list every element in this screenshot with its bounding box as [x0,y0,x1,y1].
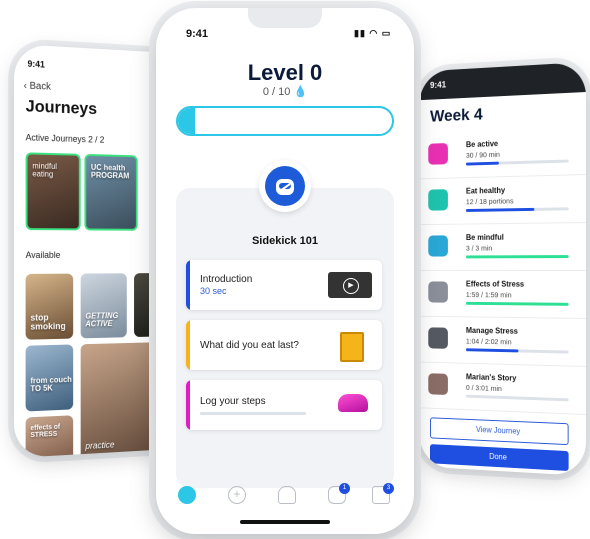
active-journeys-label: Active Journeys 2 / 2 [25,132,105,145]
task-what-did-you-eat[interactable]: What did you eat last? [186,320,382,370]
status-time: 9:41 [186,28,209,40]
journey-card-effects-of-stress[interactable]: effects of STRESS [25,415,74,458]
level-phone: 9:41 ▮▮ ◠ ▭ Level 0 0 / 10 💧 Sidekick 10… [156,8,414,534]
level-title: Level 0 [247,60,323,85]
page-title: Week 4 [430,104,483,126]
task-label: What did you eat last? [200,340,299,351]
week-item-progress-fill [465,348,519,353]
available-label: Available [25,250,61,260]
task-label: Log your steps [200,396,266,407]
sidekick-badge [259,160,311,212]
task-color-edge [186,380,190,430]
journey-card-getting-active[interactable]: GETTING ACTIVE [80,273,127,339]
week-item-name: Effects of Stress [465,279,525,289]
week-item-progress-fill [465,301,569,306]
nav-chat-icon[interactable]: 1 [328,483,350,504]
week-item[interactable]: Manage Stress 1:04 / 2:02 min [419,315,586,367]
week-item-progress-fill [465,161,500,166]
photos-badge: 3 [383,483,394,494]
task-progress-track [200,412,306,415]
journey-card-stop-smoking[interactable]: stop smoking [25,273,74,340]
robot-icon [265,166,305,206]
week-item-progress-text: 30 / 90 min [465,149,500,160]
nav-home-icon[interactable] [178,486,196,504]
task-duration: 30 sec [200,286,227,296]
week-item-icon [428,373,448,395]
signal-wifi-battery-icon: ▮▮ ◠ ▭ [354,28,392,38]
journal-book-icon [340,332,364,362]
week-item[interactable]: Be mindful 3 / 3 min [419,222,586,271]
week-item-progress-text: 3 / 3 min [465,243,493,253]
nav-photos-icon[interactable]: 3 [372,483,394,504]
home-indicator [240,520,330,524]
week-item-icon [428,189,448,211]
nav-profile-icon[interactable] [278,486,296,504]
week-item-name: Eat healthy [465,185,506,196]
status-time: 9:41 [430,79,447,91]
journey-card-practice[interactable]: practice [80,342,162,458]
week-item-progress-bar [465,394,569,402]
video-thumbnail[interactable]: ▶ [328,272,372,298]
week-item-progress-bar [465,159,569,166]
status-bar: 9:41 [419,62,586,101]
status-time: 9:41 [27,58,45,70]
week-item[interactable]: Eat healthy 12 / 18 portions [419,174,586,226]
week-item-name: Manage Stress [465,326,518,336]
chat-badge: 1 [339,483,350,494]
week-item-progress-text: 1:59 / 1:59 min [465,290,512,300]
task-label: Introduction [200,274,253,285]
week-item-progress-bar [465,301,569,306]
week-item-icon [428,327,448,349]
play-icon: ▶ [343,278,359,294]
sneaker-icon [338,394,368,412]
done-button[interactable]: Done [430,444,569,472]
nav-add-icon[interactable]: + [228,486,246,504]
journey-card-couch-to-5k[interactable]: from couch TO 5K [25,344,74,412]
bottom-nav: + 1 3 [156,478,414,512]
week-item-progress-bar [465,255,569,259]
task-introduction[interactable]: Introduction 30 sec ▶ [186,260,382,310]
week-item-progress-text: 0 / 3:01 min [465,383,502,394]
page-title: Journeys [25,96,98,119]
week-item[interactable]: Marian's Story 0 / 3:01 min [419,361,586,415]
week-item-progress-fill [465,207,535,212]
week-item-progress-text: 12 / 18 portions [465,196,514,207]
points-readout: 0 / 10 💧 [262,86,308,98]
back-button[interactable]: ‹ Back [24,80,51,92]
task-color-edge [186,260,190,310]
view-journey-button[interactable]: View Journey [430,417,569,446]
level-progress-bar [176,106,394,136]
week-item[interactable]: Be active 30 / 90 min [419,126,586,180]
task-log-your-steps[interactable]: Log your steps [186,380,382,430]
week-item-name: Marian's Story [465,372,517,383]
week-item[interactable]: Effects of Stress 1:59 / 1:59 min [419,269,586,319]
water-drop-icon: 💧 [293,86,308,98]
task-color-edge [186,320,190,370]
week-item-icon [428,143,448,165]
week-item-icon [428,235,448,257]
week-item-progress-bar [465,348,569,354]
week-item-progress-bar [465,207,569,212]
week-item-progress-text: 1:04 / 2:02 min [465,336,512,347]
week-item-name: Be active [465,139,499,150]
module-title: Sidekick 101 [251,235,319,247]
camera-notch [248,8,322,28]
week-item-progress-fill [465,255,569,259]
level-progress-fill [178,108,196,134]
journey-card-uc-health[interactable]: UC health PROGRAM [84,153,138,231]
journey-card-mindful[interactable]: mindful eating [25,152,81,231]
week-phone: 9:41 Week 4 Be active 30 / 90 min Eat heal… [419,62,586,476]
week-item-name: Be mindful [465,232,504,242]
week-item-icon [428,281,448,303]
